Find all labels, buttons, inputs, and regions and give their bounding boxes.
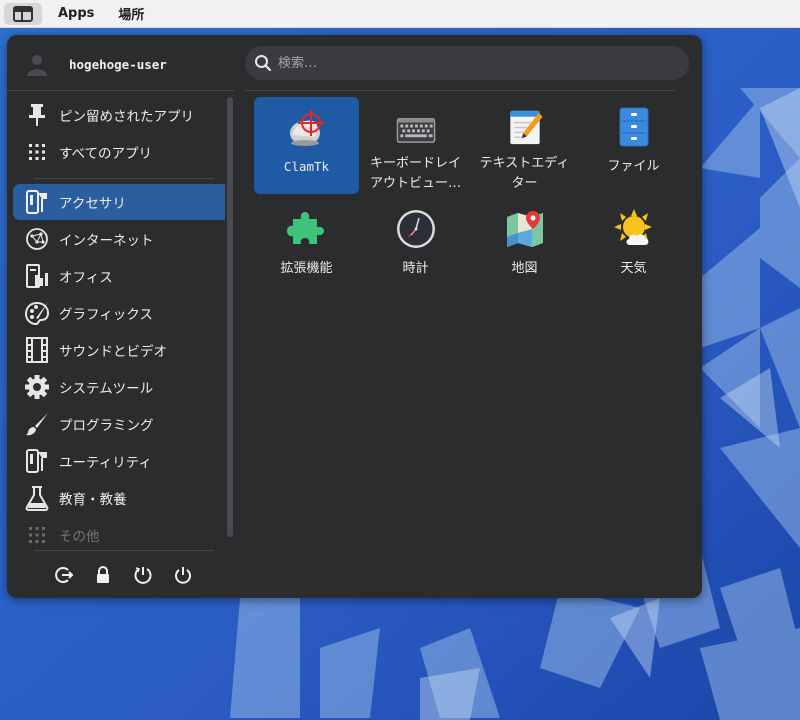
app-label: キーボードレイ アウトビュー… xyxy=(369,156,461,191)
apps-menu-button[interactable]: Apps xyxy=(58,6,94,21)
lock-icon[interactable] xyxy=(93,565,113,585)
sidebar-item-label: アクセサリ xyxy=(59,196,126,212)
header-divider-left xyxy=(7,90,234,91)
search-icon xyxy=(255,55,272,72)
user-name: hogehoge-user xyxy=(69,56,167,72)
app-files[interactable]: ファイル xyxy=(581,97,686,194)
clock-icon xyxy=(396,210,435,248)
sidebar-item-graphics[interactable]: グラフィックス xyxy=(13,295,225,331)
sidebar-item-label: ピン留めされたアプリ xyxy=(59,109,194,125)
user-row[interactable]: hogehoge-user xyxy=(25,49,167,79)
sidebar-item-internet[interactable]: インターネット xyxy=(13,221,225,257)
brush-icon xyxy=(26,413,48,436)
film-icon xyxy=(26,337,48,363)
app-label: ファイル xyxy=(607,159,660,174)
sidebar-item-label: その他 xyxy=(59,529,100,545)
clamtk-icon xyxy=(289,110,324,146)
app-label: 時計 xyxy=(402,261,429,276)
office-icon xyxy=(26,264,48,288)
sidebar-item-label: すべてのアプリ xyxy=(59,146,153,162)
logout-icon[interactable] xyxy=(54,565,74,585)
header-divider-right xyxy=(245,90,675,91)
sidebar-item-programming[interactable]: プログラミング xyxy=(13,406,225,442)
app-label: 地図 xyxy=(511,261,538,276)
map-icon xyxy=(506,211,543,247)
sidebar-item-label: グラフィックス xyxy=(59,307,153,323)
sidebar-item-system-tools[interactable]: システムツール xyxy=(13,369,225,405)
sidebar-item-label: システムツール xyxy=(59,381,154,397)
search-box[interactable] xyxy=(245,46,689,80)
accessories-icon xyxy=(26,190,47,214)
app-clock[interactable]: 時計 xyxy=(363,199,468,296)
internet-icon xyxy=(26,228,48,250)
category-sidebar: ピン留めされたアプリ すべてのアプリ アクセサリ インターネット オフィス グラ… xyxy=(13,95,225,551)
graphics-icon xyxy=(24,301,50,326)
app-maps[interactable]: 地図 xyxy=(472,199,577,296)
sidebar-scrollbar[interactable] xyxy=(227,97,233,537)
app-keyboard-layout-viewer[interactable]: キーボードレイ アウトビュー… xyxy=(363,97,468,194)
app-text-editor[interactable]: テキストエディ ター xyxy=(472,97,577,194)
sidebar-item-label: インターネット xyxy=(59,233,154,249)
sidebar-item-pinned[interactable]: ピン留めされたアプリ xyxy=(13,97,225,133)
sidebar-item-all-apps[interactable]: すべてのアプリ xyxy=(13,134,225,170)
app-weather[interactable]: 天気 xyxy=(581,199,686,296)
app-label: 天気 xyxy=(620,261,647,276)
sidebar-item-utilities[interactable]: ユーティリティ xyxy=(13,443,225,479)
window-overview-icon xyxy=(13,5,33,22)
app-label: テキストエディ ター xyxy=(479,156,570,191)
utilities-icon xyxy=(26,449,47,473)
search-input[interactable] xyxy=(278,55,658,71)
activities-button[interactable] xyxy=(4,2,42,25)
text-editor-icon xyxy=(509,110,543,145)
sidebar-item-label: 教育・教養 xyxy=(59,492,127,508)
app-extensions[interactable]: 拡張機能 xyxy=(254,199,359,296)
gear-icon xyxy=(25,375,49,399)
sidebar-item-label: オフィス xyxy=(59,270,113,286)
pin-icon xyxy=(29,104,45,126)
puzzle-icon xyxy=(286,212,324,244)
app-label: ClamTk xyxy=(283,159,330,174)
sidebar-item-other[interactable]: その他 xyxy=(13,517,225,553)
sidebar-item-education[interactable]: 教育・教養 xyxy=(13,480,225,516)
other-icon xyxy=(29,527,45,543)
sidebar-item-office[interactable]: オフィス xyxy=(13,258,225,294)
power-icon[interactable] xyxy=(173,565,193,585)
sidebar-item-accessories[interactable]: アクセサリ xyxy=(13,184,225,220)
file-cabinet-icon xyxy=(619,107,648,147)
weather-icon xyxy=(613,209,652,245)
top-panel: Apps 場所 xyxy=(0,0,800,28)
sidebar-item-label: プログラミング xyxy=(59,418,154,434)
places-menu-button[interactable]: 場所 xyxy=(118,4,144,23)
restart-icon[interactable] xyxy=(133,565,153,585)
keyboard-icon xyxy=(396,117,435,143)
avatar xyxy=(27,55,47,76)
application-menu: hogehoge-user ピン留めされたアプリ xyxy=(7,35,702,598)
sidebar-item-label: サウンドとビデオ xyxy=(59,344,167,360)
sidebar-item-sound-video[interactable]: サウンドとビデオ xyxy=(13,332,225,368)
flask-icon xyxy=(25,486,49,511)
app-label: 拡張機能 xyxy=(280,261,333,276)
sidebar-item-label: ユーティリティ xyxy=(59,455,152,471)
grid-icon xyxy=(29,144,45,160)
app-clamtk[interactable]: ClamTk xyxy=(254,97,359,194)
